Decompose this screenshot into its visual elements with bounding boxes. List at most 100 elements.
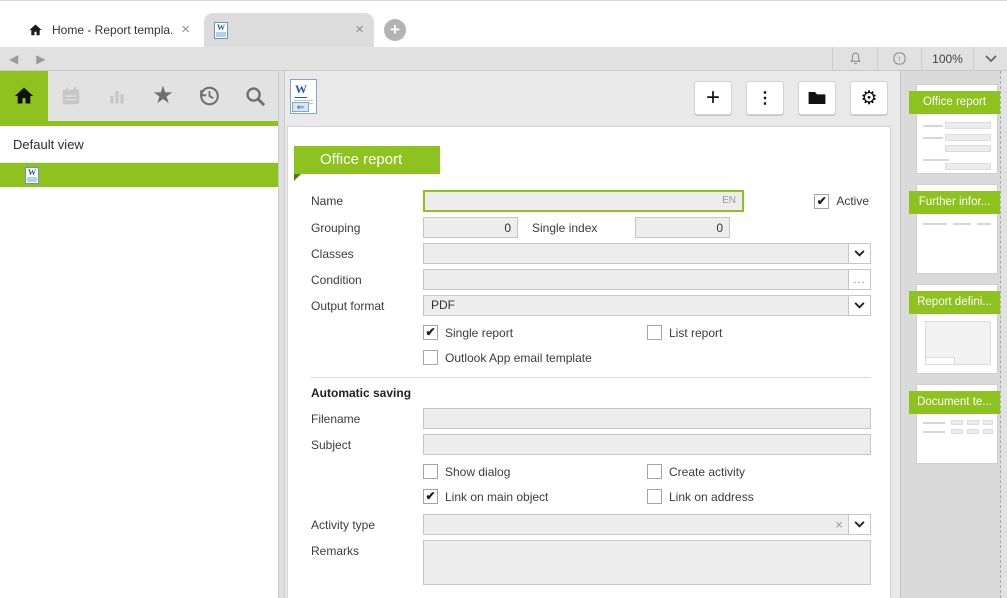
language-indicator: EN <box>722 195 736 206</box>
grouping-input[interactable] <box>423 217 518 238</box>
remarks-label: Remarks <box>311 544 423 558</box>
info-button[interactable]: ! <box>877 47 921 70</box>
zoom-dropdown-button[interactable] <box>973 47 1007 70</box>
single-report-label: Single report <box>445 326 513 340</box>
sidebar-tab-search[interactable] <box>232 71 278 121</box>
output-format-dropdown[interactable]: PDF <box>423 295 871 316</box>
chevron-down-icon <box>854 250 865 257</box>
tab-home-label: Home - Report templa... <box>52 23 173 37</box>
tab-report-template[interactable]: W × <box>204 13 374 47</box>
sidebar-tab-calendar <box>48 71 94 121</box>
minimap-section-further-information[interactable]: Further infor... <box>901 184 1001 284</box>
minimap-scrollbar[interactable] <box>1000 71 1007 598</box>
tab-home[interactable]: Home - Report templa... × <box>18 13 200 47</box>
tab-report-close-icon[interactable]: × <box>355 23 364 37</box>
subject-input[interactable] <box>423 434 871 455</box>
outlook-template-label: Outlook App email template <box>445 351 592 365</box>
remarks-textarea[interactable] <box>423 540 871 585</box>
clear-icon[interactable]: × <box>830 515 848 534</box>
name-input[interactable] <box>423 190 744 212</box>
left-sidebar: ★ <box>0 71 278 598</box>
name-field-wrap: EN <box>423 190 744 212</box>
minimap-label: Report defini... <box>909 291 1000 314</box>
add-button[interactable]: + <box>694 81 732 115</box>
active-checkbox[interactable]: ✔ <box>814 194 829 209</box>
panel-splitter[interactable] <box>278 71 285 598</box>
minimap-label: Further infor... <box>909 191 1000 214</box>
settings-button[interactable]: ⚙ <box>850 81 888 115</box>
sidebar-tab-home[interactable] <box>0 71 48 121</box>
calendar-icon <box>60 85 82 107</box>
single-index-label: Single index <box>532 221 635 235</box>
show-dialog-checkbox[interactable] <box>423 464 438 479</box>
link-address-label: Link on address <box>669 490 754 504</box>
notifications-button[interactable] <box>832 47 877 70</box>
word-letter: W <box>295 82 307 98</box>
condition-field[interactable]: ... <box>423 269 871 290</box>
section-divider <box>311 377 871 378</box>
toolbar-right-group: ! 100% <box>832 47 1007 70</box>
classes-dropdown-button[interactable] <box>848 244 870 263</box>
info-icon: ! <box>892 51 907 66</box>
outlook-template-checkbox[interactable] <box>423 350 438 365</box>
sidebar-tab-charts <box>94 71 140 121</box>
report-form: Name EN ✔ Active Grouping <box>311 190 871 590</box>
main-area: W ⇐ + ⋮ ⚙ Office report <box>285 71 900 598</box>
bell-icon <box>848 51 863 66</box>
list-report-label: List report <box>669 326 722 340</box>
activity-type-label: Activity type <box>311 518 423 532</box>
folder-icon <box>807 90 827 106</box>
filename-input[interactable] <box>423 408 871 429</box>
tab-home-close-icon[interactable]: × <box>181 23 190 37</box>
star-icon: ★ <box>152 84 174 108</box>
output-format-dropdown-button[interactable] <box>848 296 870 315</box>
subject-label: Subject <box>311 438 423 452</box>
application-window: Home - Report templa... × W × + ◀ ▶ <box>0 0 1007 598</box>
home-icon <box>13 86 35 106</box>
activity-type-dropdown-button[interactable] <box>848 515 870 534</box>
navigation-toolbar: ◀ ▶ ! 100% <box>0 47 1007 71</box>
condition-browse-button[interactable]: ... <box>848 270 870 289</box>
active-group: ✔ Active <box>814 194 871 209</box>
minimap-label: Document te... <box>909 391 1000 414</box>
search-icon <box>244 85 267 108</box>
section-minimap: Office report Further infor... Report de… <box>900 71 1007 598</box>
output-format-value: PDF <box>424 296 848 315</box>
report-form-panel: Office report Name EN ✔ Active <box>287 126 891 598</box>
single-report-checkbox[interactable]: ✔ <box>423 325 438 340</box>
home-icon <box>28 23 43 37</box>
single-index-input[interactable] <box>635 217 730 238</box>
activity-type-dropdown[interactable]: × <box>423 514 871 535</box>
name-label: Name <box>311 194 423 208</box>
grouping-label: Grouping <box>311 221 423 235</box>
sidebar-icon-bar: ★ <box>0 71 278 121</box>
classes-label: Classes <box>311 247 423 261</box>
create-activity-checkbox[interactable] <box>647 464 662 479</box>
minimap-section-document-template[interactable]: Document te... <box>901 384 1001 484</box>
bar-chart-icon <box>106 86 128 106</box>
report-template-list-item[interactable]: W <box>0 163 278 187</box>
minimap-section-office-report[interactable]: Office report <box>901 84 1001 184</box>
more-options-button[interactable]: ⋮ <box>746 81 784 115</box>
show-dialog-label: Show dialog <box>445 465 510 479</box>
classes-dropdown[interactable] <box>423 243 871 264</box>
link-address-checkbox[interactable] <box>647 489 662 504</box>
zoom-level[interactable]: 100% <box>921 47 973 70</box>
default-view-header[interactable]: Default view <box>0 126 278 163</box>
condition-value <box>424 270 848 289</box>
create-activity-label: Create activity <box>669 465 745 479</box>
word-template-icon: W ⇐ <box>290 79 317 114</box>
sidebar-tab-history[interactable] <box>186 71 232 121</box>
link-main-object-checkbox[interactable]: ✔ <box>423 489 438 504</box>
minimap-section-report-definition[interactable]: Report defini... <box>901 284 1001 384</box>
word-document-icon: W <box>214 22 228 39</box>
back-button[interactable]: ◀ <box>0 52 27 66</box>
tab-bar: Home - Report templa... × W × + <box>0 1 1007 47</box>
new-tab-button[interactable]: + <box>384 19 406 41</box>
sidebar-tab-favorites[interactable]: ★ <box>140 71 186 121</box>
folder-button[interactable] <box>798 81 836 115</box>
forward-button[interactable]: ▶ <box>27 52 54 66</box>
link-main-object-label: Link on main object <box>445 490 548 504</box>
list-report-checkbox[interactable] <box>647 325 662 340</box>
gear-icon: ⚙ <box>860 87 877 110</box>
